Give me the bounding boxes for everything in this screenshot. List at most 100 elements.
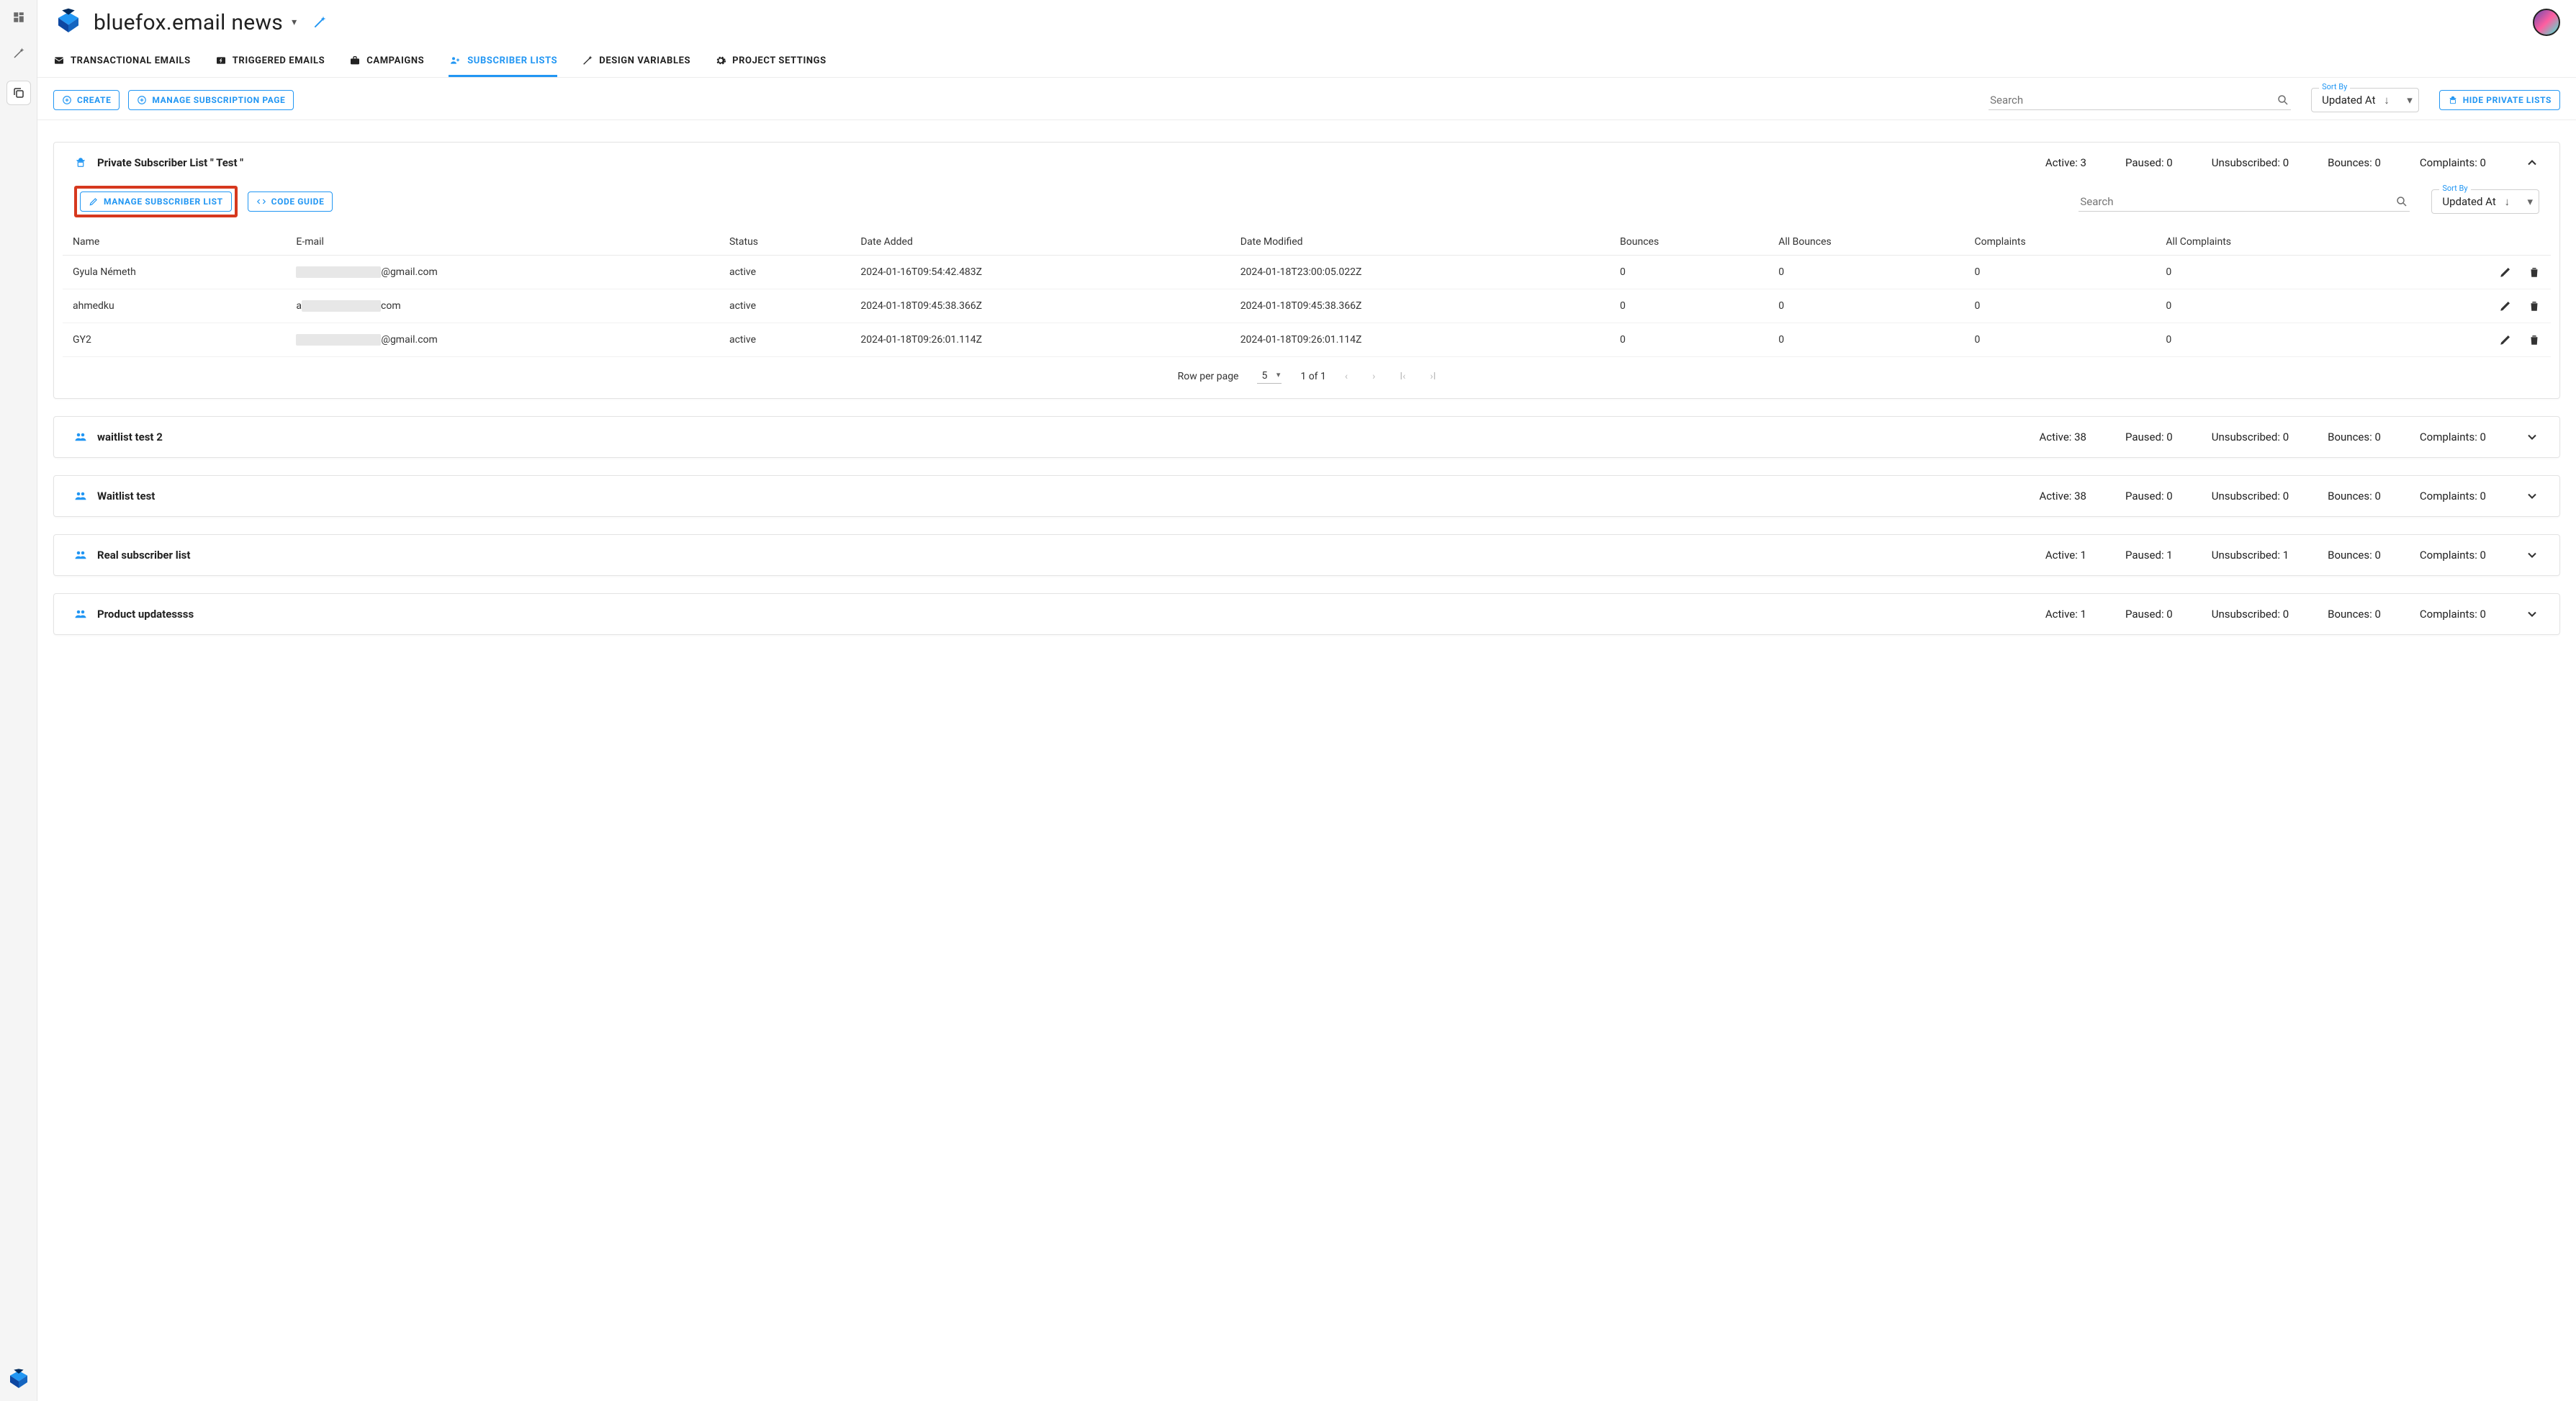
card-header[interactable]: waitlist test 2Active: 38Paused: 0Unsubs… [54,417,2559,457]
sort-select[interactable]: Sort By Updated At ↓ ▾ [2311,88,2419,112]
tab-project-settings[interactable]: PROJECT SETTINGS [715,55,827,77]
subscriber-list-card: Real subscriber listActive: 1Paused: 1Un… [53,534,2560,576]
design-wand-icon[interactable] [312,15,327,30]
subscriber-list-card: Product updatessssActive: 1Paused: 0Unsu… [53,593,2560,635]
search-icon [2395,195,2408,208]
manage-subscription-label: MANAGE SUBSCRIPTION PAGE [152,95,285,105]
search-icon [2276,94,2289,107]
cell-name: GY2 [63,323,286,357]
stat-complaints: Complaints: 0 [2420,608,2486,621]
stat-complaints: Complaints: 0 [2420,549,2486,562]
topbar: bluefox.email news ▾ [37,0,2576,37]
tab-label: SUBSCRIBER LISTS [467,55,557,66]
stat-complaints: Complaints: 0 [2420,490,2486,503]
col-email: E-mail [286,229,719,256]
cell-added: 2024-01-16T09:54:42.483Z [850,256,1230,289]
col-all-complaints: All Complaints [2156,229,2384,256]
last-page-icon[interactable]: ›I [1430,371,1436,382]
rail-dashboard-icon[interactable] [10,9,27,26]
stat-bounces: Bounces: 0 [2328,431,2381,443]
pagination: Row per page 5 1 of 1 ‹ › I‹ ›I [54,357,2559,398]
edit-icon[interactable] [2499,266,2512,279]
card-header[interactable]: Waitlist testActive: 38Paused: 0Unsubscr… [54,476,2559,516]
expand-icon[interactable] [2525,489,2539,503]
card-stats: Active: 38Paused: 0Unsubscribed: 0Bounce… [2039,490,2486,503]
bolt-icon [215,55,227,66]
card-header: Private Subscriber List " Test " Active:… [54,143,2559,183]
tab-design-variables[interactable]: DESIGN VARIABLES [582,55,690,77]
subscriber-list-card: waitlist test 2Active: 38Paused: 0Unsubs… [53,416,2560,458]
search-input[interactable] [1990,94,2276,107]
rail-logo-bottom [7,1368,30,1391]
manage-subscription-page-button[interactable]: MANAGE SUBSCRIPTION PAGE [128,90,294,110]
stat-unsubscribed: Unsubscribed: 0 [2212,431,2289,443]
expand-icon[interactable] [2525,548,2539,562]
table-row: ahmedkuaxcomactive2024-01-18T09:45:38.36… [63,289,2551,323]
search-subscribers-input[interactable] [2080,195,2395,208]
expand-icon[interactable] [2525,607,2539,621]
project-dropdown-icon[interactable]: ▾ [292,17,297,28]
cell-bounces: 0 [1610,323,1768,357]
search-lists[interactable] [1989,91,2291,110]
cell-modified: 2024-01-18T09:26:01.114Z [1230,323,1610,357]
cell-added: 2024-01-18T09:45:38.366Z [850,289,1230,323]
mail-icon [53,55,65,66]
edit-icon[interactable] [2499,333,2512,346]
code-guide-button[interactable]: CODE GUIDE [248,192,333,212]
cell-all-bounces: 0 [1768,256,1964,289]
wand-icon [582,55,593,66]
tab-campaigns[interactable]: CAMPAIGNS [349,55,424,77]
delete-icon[interactable] [2528,299,2541,312]
hide-private-button[interactable]: HIDE PRIVATE LISTS [2439,90,2560,110]
tab-transactional-emails[interactable]: TRANSACTIONAL EMAILS [53,55,191,77]
manage-subscriber-list-button[interactable]: MANAGE SUBSCRIBER LIST [80,192,232,212]
sort-label: Sort By [2319,82,2350,91]
cell-complaints: 0 [1964,256,2156,289]
tab-label: PROJECT SETTINGS [732,55,827,66]
tab-triggered-emails[interactable]: TRIGGERED EMAILS [215,55,325,77]
search-subscribers[interactable] [2079,192,2410,212]
stat-unsubscribed: Unsubscribed: 1 [2212,549,2289,562]
prev-page-icon[interactable]: ‹ [1345,371,1348,382]
expand-icon[interactable] [2525,430,2539,444]
edit-icon[interactable] [2499,299,2512,312]
card-title: waitlist test 2 [97,431,163,443]
user-avatar[interactable] [2533,9,2560,36]
rail-wand-icon[interactable] [10,45,27,62]
side-rail [0,0,37,1401]
stat-active: Active: 3 [2045,156,2086,169]
cell-modified: 2024-01-18T09:45:38.366Z [1230,289,1610,323]
chevron-down-icon: ▾ [2527,195,2533,208]
stat-active: Active: 1 [2045,549,2086,562]
card-header[interactable]: Product updatessssActive: 1Paused: 0Unsu… [54,594,2559,634]
rows-per-page-select[interactable]: 5 [1257,369,1282,384]
gear-icon [715,55,726,66]
create-button[interactable]: CREATE [53,90,120,110]
cell-all-complaints: 0 [2156,256,2384,289]
stat-bounces: Bounces: 0 [2328,156,2381,169]
cell-status: active [719,289,850,323]
collapse-icon[interactable] [2525,156,2539,170]
col-added: Date Added [850,229,1230,256]
card-stats: Active: 1Paused: 1Unsubscribed: 1Bounces… [2045,549,2486,562]
card-header[interactable]: Real subscriber listActive: 1Paused: 1Un… [54,535,2559,575]
public-list-icon [74,431,87,443]
rail-copy-icon[interactable] [6,81,31,105]
first-page-icon[interactable]: I‹ [1400,371,1405,382]
delete-icon[interactable] [2528,266,2541,279]
stat-unsubscribed: Unsubscribed: 0 [2212,156,2289,169]
private-list-icon [74,156,87,169]
sort-value: Updated At [2322,94,2375,107]
cell-added: 2024-01-18T09:26:01.114Z [850,323,1230,357]
stat-bounces: Bounces: 0 [2328,608,2381,621]
nav-tabs: TRANSACTIONAL EMAILS TRIGGERED EMAILS CAMP… [37,37,2576,78]
project-name[interactable]: bluefox.email news [94,10,283,35]
tab-subscriber-lists[interactable]: SUBSCRIBER LISTS [449,55,557,77]
col-all-bounces: All Bounces [1768,229,1964,256]
sort-subscribers-select[interactable]: Sort By Updated At ↓ ▾ [2431,189,2539,214]
delete-icon[interactable] [2528,333,2541,346]
next-page-icon[interactable]: › [1372,371,1375,382]
people-plus-icon [449,55,461,66]
cell-email: x@gmail.com [286,256,719,289]
card-title: Private Subscriber List " Test " [97,156,243,169]
